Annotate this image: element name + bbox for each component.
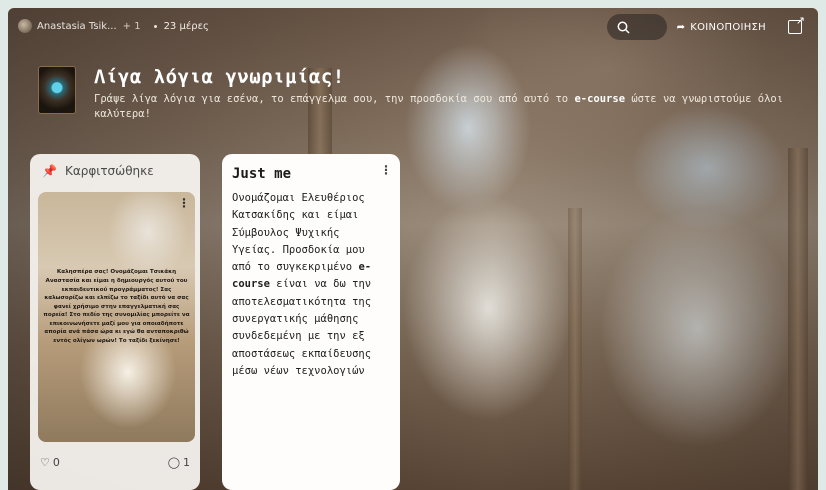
post-menu-icon[interactable]: ⋮: [178, 196, 190, 210]
open-external-icon[interactable]: [788, 14, 805, 34]
post-title: Just me: [232, 166, 292, 182]
comment-icon: ◯: [167, 456, 180, 469]
board-title: Λίγα λόγια γνωριμίας!: [94, 66, 345, 88]
top-bar: Anastasia Tsik... + 1 23 μέρες ➦ ΚΟΙΝΟΠΟ…: [8, 8, 818, 44]
comment-count: 1: [183, 456, 190, 469]
share-arrow-icon: ➦: [676, 21, 686, 33]
post-body: Ονομάζομαι Ελευθέριος Κατσακίδης και είμ…: [222, 182, 392, 380]
pinned-post-text: Καλησπέρα σας! Ονομάζομαι Τσικάκη Αναστα…: [43, 269, 190, 345]
top-bar-actions: ➦ ΚΟΙΝΟΠΟΙΗΣΗ: [606, 14, 805, 40]
padlet-board: Anastasia Tsik... + 1 23 μέρες ➦ ΚΟΙΝΟΠΟ…: [8, 8, 818, 490]
separator-dot: [153, 24, 157, 28]
board-description-text: Γράψε λίγα λόγια για εσένα, το επάγγελμα…: [94, 93, 575, 105]
share-label: ΚΟΙΝΟΠΟΙΗΣΗ: [690, 21, 766, 33]
post-body-text-end: είναι να δω την αποτελεσματικότητα της σ…: [232, 278, 372, 377]
board-description: Γράψε λίγα λόγια για εσένα, το επάγγελμα…: [94, 92, 794, 122]
background-pillar: [568, 208, 582, 490]
pinned-post-footer: ♡ 0 ◯ 1: [40, 456, 190, 469]
pin-icon: 📌: [42, 164, 57, 178]
background-pillar: [788, 148, 808, 490]
heart-icon: ♡: [40, 456, 50, 469]
board-header: Λίγα λόγια γνωριμίας! Γράψε λίγα λόγια γ…: [38, 66, 794, 122]
like-count: 0: [52, 456, 60, 469]
pinned-header: 📌 Καρφιτσώθηκε: [30, 154, 200, 188]
search-button[interactable]: [606, 14, 667, 40]
board-age: 23 μέρες: [163, 20, 209, 32]
author-avatar[interactable]: [18, 19, 32, 33]
share-button[interactable]: ➦ ΚΟΙΝΟΠΟΙΗΣΗ: [677, 22, 766, 33]
comment-button[interactable]: ◯ 1: [168, 456, 190, 469]
author-name[interactable]: Anastasia Tsik...: [37, 21, 117, 32]
post-menu-icon[interactable]: ⋮: [380, 163, 392, 177]
post-card[interactable]: ⋮ Just me Ονομάζομαι Ελευθέριος Κατσακίδ…: [222, 154, 400, 490]
post-body-text: Ονομάζομαι Ελευθέριος Κατσακίδης και είμ…: [232, 192, 365, 274]
pinned-heading: Καρφιτσώθηκε: [64, 164, 154, 178]
board-logo: [38, 66, 76, 114]
pinned-column: 📌 Καρφιτσώθηκε ⋮ Καλησπέρα σας! Ονομάζομ…: [30, 154, 200, 490]
like-button[interactable]: ♡ 0: [40, 456, 60, 469]
board-description-bold: e-course: [574, 93, 626, 105]
search-icon: [617, 21, 630, 34]
extra-authors[interactable]: + 1: [123, 21, 141, 32]
pinned-post-card[interactable]: ⋮ Καλησπέρα σας! Ονομάζομαι Τσικάκη Ανασ…: [38, 192, 195, 442]
